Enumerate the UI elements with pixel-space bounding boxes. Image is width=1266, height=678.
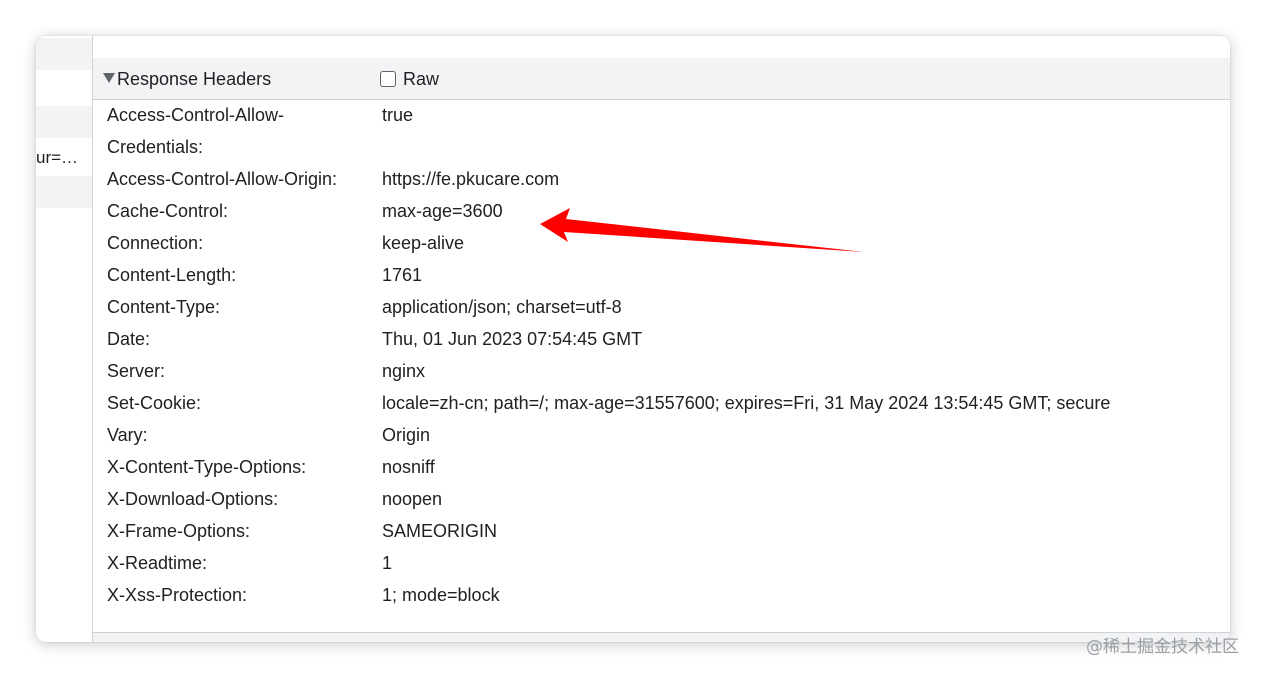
header-row: X-Download-Options: noopen	[93, 483, 1230, 515]
header-row: X-Readtime: 1	[93, 547, 1230, 579]
header-name: Connection:	[107, 233, 204, 253]
header-value[interactable]: SAMEORIGIN	[382, 515, 1230, 547]
header-name: Cache-Control:	[107, 201, 229, 221]
header-row: X-Xss-Protection: 1; mode=block	[93, 579, 1230, 611]
header-row: Vary: Origin	[93, 419, 1230, 451]
header-value[interactable]: Origin	[382, 419, 1230, 451]
watermark: @稀土掘金技术社区	[1086, 637, 1239, 657]
header-name: X-Frame-Options:	[107, 521, 251, 541]
response-headers-section-header[interactable]: Response Headers Raw	[93, 58, 1230, 100]
header-name: Content-Type:	[107, 297, 221, 317]
header-value[interactable]: nosniff	[382, 451, 1230, 483]
header-name: Server:	[107, 361, 166, 381]
devtools-window: ur=… Response Headers Raw Access-Control…	[36, 36, 1230, 642]
header-name: X-Readtime:	[107, 553, 208, 573]
next-section-strip	[93, 632, 1230, 642]
request-row[interactable]	[36, 106, 92, 138]
header-value[interactable]: 1761	[382, 259, 1230, 291]
section-title: Response Headers	[117, 69, 272, 89]
header-value[interactable]: nginx	[382, 355, 1230, 387]
header-value[interactable]: 1; mode=block	[382, 579, 1230, 611]
header-row: Access-Control-Allow-Credentials: true	[93, 99, 1230, 163]
header-value[interactable]: noopen	[382, 483, 1230, 515]
header-row: X-Frame-Options: SAMEORIGIN	[93, 515, 1230, 547]
header-name: X-Content-Type-Options:	[107, 457, 307, 477]
header-value[interactable]: locale=zh-cn; path=/; max-age=31557600; …	[382, 387, 1230, 419]
annotation-arrow-shape	[540, 208, 864, 252]
request-name-truncated: ur=…	[36, 148, 79, 167]
header-row: Content-Length: 1761	[93, 259, 1230, 291]
header-row: Server: nginx	[93, 355, 1230, 387]
header-value[interactable]: https://fe.pkucare.com	[382, 163, 1230, 195]
request-row[interactable]	[36, 176, 92, 208]
header-row: X-Content-Type-Options: nosniff	[93, 451, 1230, 483]
request-row[interactable]	[36, 72, 92, 104]
header-value[interactable]: 1	[382, 547, 1230, 579]
raw-label: Raw	[403, 69, 440, 89]
response-headers-list: Access-Control-Allow-Credentials: true Acc…	[93, 99, 1230, 611]
header-name: X-Download-Options:	[107, 489, 279, 509]
header-value[interactable]: true	[382, 99, 1230, 131]
header-row: Content-Type: application/json; charset=u…	[93, 291, 1230, 323]
request-row[interactable]	[36, 38, 92, 70]
previous-section-strip	[93, 36, 1230, 59]
header-name: Vary:	[107, 425, 148, 445]
header-row: Access-Control-Allow-Origin: https://fe.p…	[93, 163, 1230, 195]
header-value[interactable]: Thu, 01 Jun 2023 07:54:45 GMT	[382, 323, 1230, 355]
header-name: Set-Cookie:	[107, 393, 202, 413]
header-name: Access-Control-Allow-Credentials:	[107, 105, 285, 157]
header-row: Set-Cookie: locale=zh-cn; path=/; max-age…	[93, 387, 1230, 419]
header-name: Content-Length:	[107, 265, 237, 285]
request-list-pane: ur=…	[36, 36, 93, 642]
header-name: Date:	[107, 329, 151, 349]
expand-triangle-icon[interactable]	[103, 73, 115, 83]
raw-checkbox[interactable]	[380, 71, 396, 87]
annotation-arrow-icon	[540, 208, 864, 252]
header-name: Access-Control-Allow-Origin:	[107, 169, 338, 189]
headers-panel: Response Headers Raw Access-Control-Allo…	[93, 36, 1230, 642]
header-row: Date: Thu, 01 Jun 2023 07:54:45 GMT	[93, 323, 1230, 355]
header-name: X-Xss-Protection:	[107, 585, 248, 605]
header-value[interactable]: application/json; charset=utf-8	[382, 291, 1230, 323]
